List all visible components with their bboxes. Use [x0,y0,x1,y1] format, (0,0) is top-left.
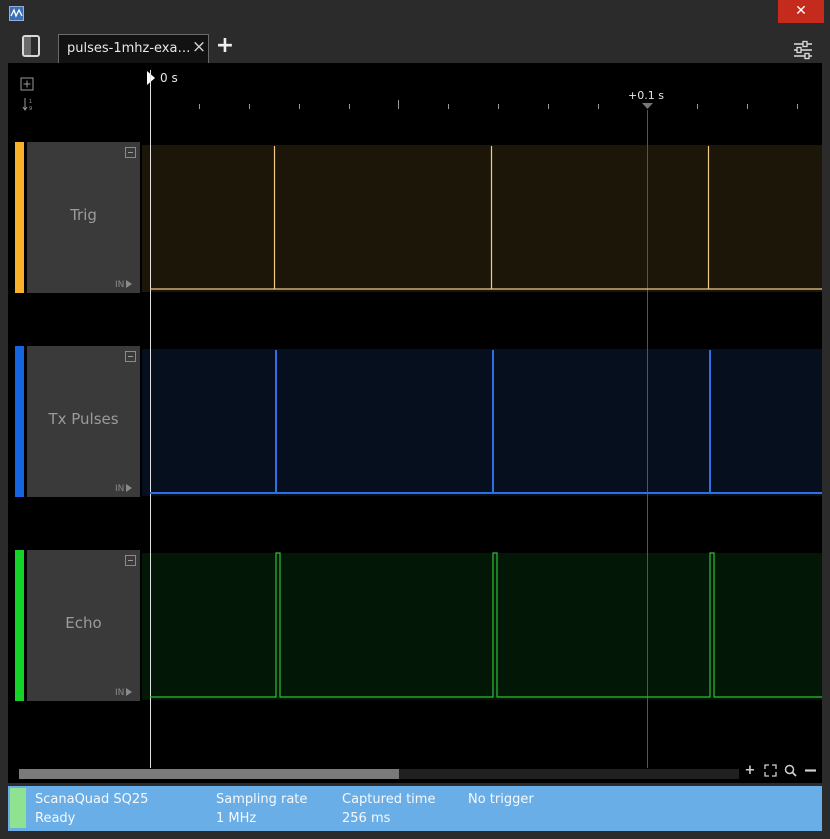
captured-time-label: Captured time [342,792,436,807]
search-icon[interactable] [783,764,797,778]
trig-waveform [150,146,822,290]
scrollbar-thumb[interactable] [19,769,399,779]
tx-pulses-waveform [150,350,822,494]
echo-waveform [150,552,822,698]
captured-time-value: 256 ms [342,811,391,826]
waveform-overlay [150,70,822,768]
device-name: ScanaQuad SQ25 [35,792,149,807]
device-status-indicator [10,788,26,828]
fit-icon[interactable] [763,764,777,778]
sampling-rate-label: Sampling rate [216,792,308,807]
zoom-in-icon[interactable]: + [743,764,757,778]
sampling-rate-value: 1 MHz [216,811,257,826]
trigger-status: No trigger [468,792,534,807]
zoom-out-icon[interactable] [803,764,817,778]
device-state: Ready [35,811,76,826]
